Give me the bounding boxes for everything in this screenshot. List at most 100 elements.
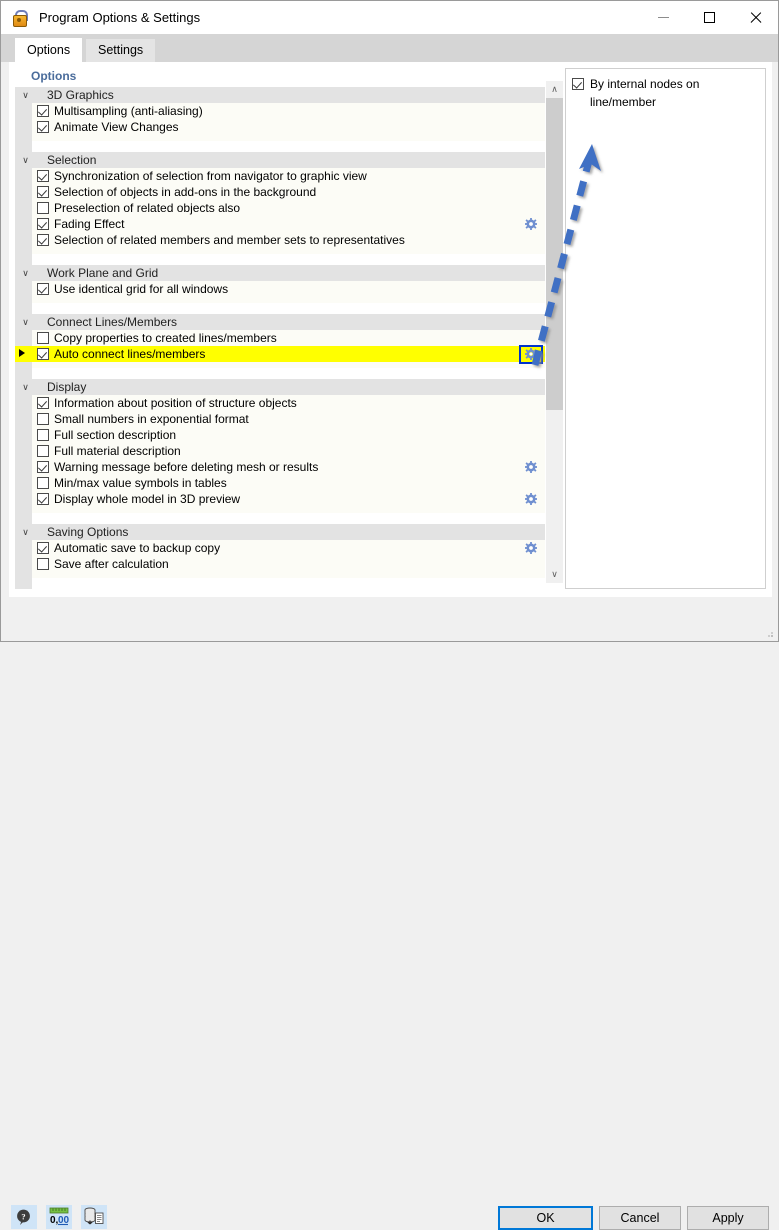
option-checkbox[interactable] bbox=[37, 202, 49, 214]
chevron-down-icon[interactable]: ∨ bbox=[17, 314, 34, 330]
detail-panel: By internal nodes on line/member bbox=[565, 68, 766, 589]
ok-button[interactable]: OK bbox=[498, 1206, 593, 1230]
vertical-scrollbar[interactable]: ∧ ∨ bbox=[546, 81, 563, 583]
option-row[interactable]: Warning message before deleting mesh or … bbox=[32, 459, 545, 475]
option-row[interactable]: Auto connect lines/members bbox=[19, 345, 545, 364]
cancel-button[interactable]: Cancel bbox=[599, 1206, 681, 1230]
option-row[interactable]: Full section description bbox=[32, 427, 545, 443]
option-row[interactable]: Copy properties to created lines/members bbox=[32, 330, 545, 346]
group-header-3[interactable]: ∨ Connect Lines/Members bbox=[22, 314, 545, 330]
option-row[interactable]: Selection of related members and member … bbox=[32, 232, 545, 248]
option-checkbox[interactable] bbox=[37, 170, 49, 182]
resize-grip-icon[interactable] bbox=[766, 630, 774, 638]
option-row[interactable]: Multisampling (anti-aliasing) bbox=[32, 103, 545, 119]
option-checkbox[interactable] bbox=[37, 397, 49, 409]
option-checkbox[interactable] bbox=[37, 186, 49, 198]
options-list[interactable]: ∨ 3D Graphics Multisampling (anti-aliasing… bbox=[15, 87, 545, 589]
option-checkbox[interactable] bbox=[37, 429, 49, 441]
option-row[interactable]: Selection of objects in add-ons in the b… bbox=[32, 184, 545, 200]
group-body: Information about position of structure … bbox=[32, 395, 545, 513]
option-checkbox[interactable] bbox=[37, 558, 49, 570]
option-settings-button[interactable] bbox=[525, 218, 537, 230]
option-label: Warning message before deleting mesh or … bbox=[54, 460, 319, 474]
option-row[interactable]: Small numbers in exponential format bbox=[32, 411, 545, 427]
option-label: Copy properties to created lines/members bbox=[54, 331, 277, 345]
apply-button[interactable]: Apply bbox=[687, 1206, 769, 1230]
group-header-4[interactable]: ∨ Display bbox=[22, 379, 545, 395]
options-group: ∨ Selection Synchronization of selection f… bbox=[22, 152, 545, 265]
options-group: ∨ Connect Lines/Members Copy properties to… bbox=[19, 314, 545, 379]
group-body: Synchronization of selection from naviga… bbox=[32, 168, 545, 254]
maximize-button[interactable] bbox=[686, 1, 732, 34]
chevron-down-icon[interactable]: ∨ bbox=[17, 524, 34, 540]
option-row[interactable]: Animate View Changes bbox=[32, 119, 545, 135]
option-row[interactable]: Fading Effect bbox=[32, 216, 545, 232]
decimals-icon: 0, 00 bbox=[49, 1207, 70, 1226]
group-header-2[interactable]: ∨ Work Plane and Grid bbox=[22, 265, 545, 281]
option-checkbox[interactable] bbox=[37, 234, 49, 246]
import-from-database-button[interactable] bbox=[81, 1205, 107, 1229]
group-body: Multisampling (anti-aliasing) Animate Vie… bbox=[32, 103, 545, 141]
close-icon bbox=[749, 11, 762, 24]
focus-outline bbox=[519, 345, 543, 364]
help-icon: ? bbox=[17, 1209, 30, 1225]
group-title: Display bbox=[47, 380, 87, 394]
option-label: Fading Effect bbox=[54, 217, 125, 231]
chevron-down-icon[interactable]: ∨ bbox=[17, 87, 34, 103]
minimize-icon bbox=[657, 17, 669, 18]
help-button[interactable]: ? bbox=[11, 1205, 37, 1229]
option-row[interactable]: Synchronization of selection from naviga… bbox=[32, 168, 545, 184]
option-label: Automatic save to backup copy bbox=[54, 541, 221, 555]
option-row[interactable]: Information about position of structure … bbox=[32, 395, 545, 411]
chevron-down-icon[interactable]: ∨ bbox=[17, 265, 34, 281]
option-row[interactable]: Save after calculation bbox=[32, 556, 545, 572]
group-header-0[interactable]: ∨ 3D Graphics bbox=[22, 87, 545, 103]
option-label: Display whole model in 3D preview bbox=[54, 492, 241, 506]
gear-icon[interactable] bbox=[525, 542, 537, 554]
scroll-down-icon[interactable]: ∨ bbox=[546, 566, 563, 583]
option-checkbox[interactable] bbox=[37, 283, 49, 295]
option-row[interactable]: Min/max value symbols in tables bbox=[32, 475, 545, 491]
option-row[interactable]: Display whole model in 3D preview bbox=[32, 491, 545, 507]
option-settings-button[interactable] bbox=[525, 542, 537, 554]
lock-icon bbox=[11, 9, 29, 27]
group-header-5[interactable]: ∨ Saving Options bbox=[22, 524, 545, 540]
window-title: Program Options & Settings bbox=[39, 10, 201, 25]
option-row[interactable]: Use identical grid for all windows bbox=[32, 281, 545, 297]
option-row[interactable]: Full material description bbox=[32, 443, 545, 459]
option-checkbox[interactable] bbox=[37, 445, 49, 457]
options-header: Options bbox=[15, 68, 545, 85]
gear-icon[interactable] bbox=[525, 461, 537, 473]
detail-row-internal-nodes[interactable]: By internal nodes on line/member bbox=[566, 75, 765, 109]
chevron-down-icon[interactable]: ∨ bbox=[17, 152, 34, 168]
option-checkbox[interactable] bbox=[37, 105, 49, 117]
chevron-down-icon[interactable]: ∨ bbox=[17, 379, 34, 395]
option-checkbox[interactable] bbox=[37, 348, 49, 360]
option-checkbox[interactable] bbox=[37, 332, 49, 344]
gear-icon[interactable] bbox=[525, 493, 537, 505]
option-checkbox[interactable] bbox=[37, 461, 49, 473]
minimize-button[interactable] bbox=[640, 1, 686, 34]
option-row[interactable]: Automatic save to backup copy bbox=[32, 540, 545, 556]
gear-icon[interactable] bbox=[525, 218, 537, 230]
program-options-window: Program Options & Settings Options Setti… bbox=[0, 0, 779, 1230]
options-tree-panel: Options ∨ 3D Graphics Multisampling (anti-… bbox=[15, 68, 545, 589]
option-checkbox[interactable] bbox=[37, 121, 49, 133]
option-checkbox[interactable] bbox=[37, 477, 49, 489]
option-checkbox[interactable] bbox=[37, 218, 49, 230]
tab-settings[interactable]: Settings bbox=[86, 39, 156, 62]
scrollbar-thumb[interactable] bbox=[546, 98, 563, 410]
checkbox-by-internal-nodes[interactable] bbox=[572, 78, 584, 90]
tab-options[interactable]: Options bbox=[15, 38, 83, 62]
scroll-up-icon[interactable]: ∧ bbox=[546, 81, 563, 98]
option-checkbox[interactable] bbox=[37, 493, 49, 505]
group-header-1[interactable]: ∨ Selection bbox=[22, 152, 545, 168]
option-row[interactable]: Preselection of related objects also bbox=[32, 200, 545, 216]
close-button[interactable] bbox=[732, 1, 778, 34]
group-separator bbox=[32, 578, 545, 589]
option-checkbox[interactable] bbox=[37, 542, 49, 554]
decimal-places-button[interactable]: 0, 00 bbox=[46, 1205, 72, 1229]
option-settings-button[interactable] bbox=[525, 461, 537, 473]
option-checkbox[interactable] bbox=[37, 413, 49, 425]
option-settings-button[interactable] bbox=[525, 493, 537, 505]
